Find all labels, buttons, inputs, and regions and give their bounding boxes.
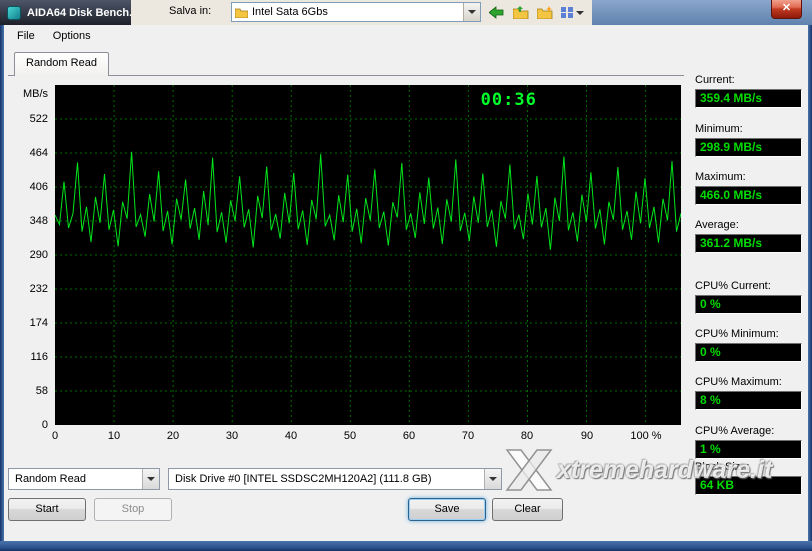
- y-tick: 522: [29, 113, 48, 125]
- y-tick: 290: [29, 249, 48, 261]
- stat-value-box: 466.0 MB/s: [695, 186, 802, 205]
- menu-file[interactable]: File: [8, 28, 44, 44]
- stat-cpu-minimum: CPU% Minimum: 0 %: [695, 328, 802, 362]
- save-button[interactable]: Save: [408, 498, 486, 521]
- drive-icon: [235, 7, 248, 18]
- save-location-combobox[interactable]: Intel Sata 6Gbs: [231, 2, 481, 22]
- y-tick: 0: [41, 419, 48, 431]
- stat-label: Current:: [695, 74, 735, 86]
- y-tick: 116: [30, 351, 48, 363]
- y-tick: 58: [35, 385, 48, 397]
- stat-label: CPU% Minimum:: [695, 328, 779, 340]
- stat-label: Average:: [695, 219, 739, 231]
- x-tick: 60: [402, 430, 416, 442]
- chart-canvas: [55, 85, 681, 425]
- aida64-disk-benchmark-window: AIDA64 Disk Bench... Salva in: Intel Sat…: [0, 0, 812, 551]
- tab-divider: [8, 75, 684, 76]
- new-folder-icon[interactable]: [535, 3, 554, 22]
- stat-label: CPU% Average:: [695, 425, 775, 437]
- stat-label: Maximum:: [695, 171, 746, 183]
- save-location-dropdown-button[interactable]: [463, 3, 480, 21]
- x-tick: 90: [580, 430, 594, 442]
- x-tick: 70: [461, 430, 475, 442]
- chevron-down-icon: [468, 10, 476, 14]
- view-menu-icon[interactable]: [559, 3, 585, 22]
- background-window-title: AIDA64 Disk Bench...: [27, 6, 131, 19]
- stat-minimum: Minimum: 298.9 MB/s: [695, 123, 802, 157]
- y-tick: 348: [29, 215, 48, 227]
- save-location-value: Intel Sata 6Gbs: [252, 6, 328, 18]
- test-type-value: Random Read: [15, 473, 86, 485]
- window-border-left: [0, 25, 4, 551]
- x-tick: 100 %: [630, 430, 662, 442]
- stat-value-box: 0 %: [695, 295, 802, 314]
- save-dialog-toolbar: [487, 3, 585, 22]
- stat-cpu-current: CPU% Current: 0 %: [695, 280, 802, 314]
- x-tick: 0: [51, 430, 59, 442]
- drive-select-dropdown-button[interactable]: [484, 469, 501, 489]
- stat-cpu-average: CPU% Average: 1 %: [695, 425, 802, 459]
- stat-average: Average: 361.2 MB/s: [695, 219, 802, 253]
- test-type-select[interactable]: Random Read: [8, 468, 160, 490]
- tab-random-read[interactable]: Random Read: [14, 52, 109, 76]
- stat-cpu-maximum: CPU% Maximum: 8 %: [695, 376, 802, 410]
- x-tick: 80: [520, 430, 534, 442]
- elapsed-timer: 00:36: [480, 90, 537, 110]
- stat-label: CPU% Current:: [695, 280, 771, 292]
- test-type-dropdown-button[interactable]: [142, 469, 159, 489]
- stat-value-box: 359.4 MB/s: [695, 89, 802, 108]
- window-border-right: [808, 25, 812, 551]
- stat-block-size: Block Size: 64 KB: [695, 461, 802, 495]
- y-axis-unit: MB/s: [22, 88, 48, 100]
- y-tick: 406: [29, 181, 48, 193]
- start-button[interactable]: Start: [8, 498, 86, 521]
- stat-value-box: 64 KB: [695, 476, 802, 495]
- window-border-bottom: [0, 541, 812, 551]
- chevron-down-icon: [575, 10, 584, 15]
- x-tick: 20: [166, 430, 180, 442]
- stat-value-box: 8 %: [695, 391, 802, 410]
- stat-value-box: 361.2 MB/s: [695, 234, 802, 253]
- x-tick: 50: [343, 430, 357, 442]
- drive-select-value: Disk Drive #0 [INTEL SSDSC2MH120A2] (111…: [175, 473, 432, 485]
- menu-options[interactable]: Options: [44, 28, 100, 44]
- stat-value-box: 1 %: [695, 440, 802, 459]
- stat-maximum: Maximum: 466.0 MB/s: [695, 171, 802, 205]
- up-one-level-icon[interactable]: [511, 3, 530, 22]
- main-window-titlebar[interactable]: ✕: [592, 0, 812, 25]
- stat-value-box: 298.9 MB/s: [695, 138, 802, 157]
- stat-current: Current: 359.4 MB/s: [695, 74, 802, 108]
- chevron-down-icon: [147, 477, 155, 481]
- y-tick: 174: [29, 317, 48, 329]
- back-icon[interactable]: [487, 3, 506, 22]
- background-window-titlebar[interactable]: AIDA64 Disk Bench...: [0, 0, 131, 25]
- save-dialog-strip: Salva in: Intel Sata 6Gbs: [131, 0, 592, 25]
- drive-select[interactable]: Disk Drive #0 [INTEL SSDSC2MH120A2] (111…: [168, 468, 502, 490]
- save-in-label: Salva in:: [169, 5, 212, 17]
- aida64-app-icon: [7, 5, 21, 20]
- clear-button[interactable]: Clear: [492, 498, 563, 521]
- stop-button: Stop: [94, 498, 172, 521]
- chevron-down-icon: [489, 477, 497, 481]
- stat-label: CPU% Maximum:: [695, 376, 782, 388]
- benchmark-chart: 00:36: [55, 85, 681, 425]
- x-tick: 30: [225, 430, 239, 442]
- close-button[interactable]: ✕: [771, 0, 802, 19]
- stat-value-box: 0 %: [695, 343, 802, 362]
- menu-bar: File Options: [4, 25, 808, 46]
- x-tick: 40: [284, 430, 298, 442]
- y-tick: 464: [29, 147, 48, 159]
- watermark-x-logo: [505, 449, 553, 491]
- stat-label: Minimum:: [695, 123, 743, 135]
- x-tick: 10: [107, 430, 121, 442]
- stat-label: Block Size:: [695, 461, 750, 473]
- y-tick: 232: [29, 283, 48, 295]
